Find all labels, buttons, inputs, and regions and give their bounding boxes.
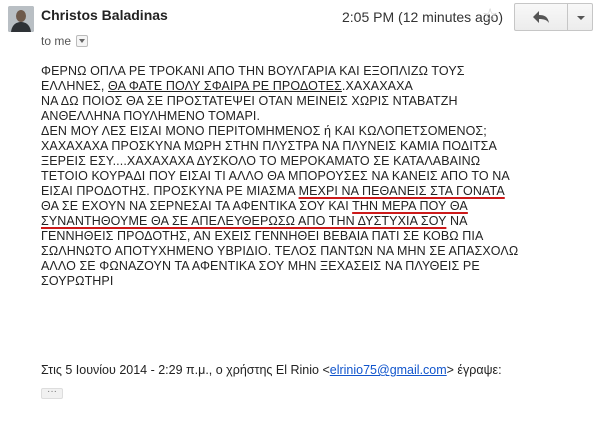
quote-prefix: Στις 5 Ιουνίου 2014 - 2:29 π.μ., ο χρήστ…: [41, 363, 330, 377]
show-trimmed-content-button[interactable]: ···: [41, 387, 63, 399]
body-line: ΣΩΛΗΝΩΤΟ ΑΠΟΤΥΧΗΜΕΝΟ ΥΒΡΙΔΙΟ. ΤΕΛΟΣ ΠΑΝΤ…: [41, 244, 519, 258]
red-underlined-text: ΜΕΧΡΙ ΝΑ ΠΕΘΑΝΕΙΣ ΣΤΑ ΓΟΝΑΤΑ: [298, 184, 505, 198]
body-line: ΓΕΝΝΗΘΕΙΣ ΠΡΟΔΟΤΗΣ, ΑΝ ΕΧΕΙΣ ΓΕΝΝΗΘΕΙ ΒΕ…: [41, 229, 484, 243]
star-icon[interactable]: ☆: [482, 6, 498, 24]
body-line: ΑΛΛΟ ΣΕ ΦΩΝΑΖΟΥΝ ΤΑ ΑΦΕΝΤΙΚΑ ΣΟΥ ΜΗΝ ΞΕΧ…: [41, 259, 480, 273]
recipient-line: to me: [41, 34, 89, 48]
body-text: ΘΑ ΣΕ ΕΧΟΥΝ ΝΑ ΣΕΡΝΕΣΑΙ ΤΑ ΑΦΕΝΤΙΚΑ ΣΟΥ …: [41, 199, 353, 213]
reply-arrow-icon: [533, 11, 549, 23]
body-line: ΤΕΤΟΙΟ ΚΟΥΡΑΔΙ ΠΟΥ ΕΙΣΑΙ ΤΙ ΑΛΛΟ ΘΑ ΜΠΟΡ…: [41, 169, 510, 183]
recipient-label: to me: [41, 34, 72, 48]
body-line: ΧΑΧΑΧΑΧΑ ΠΡΟΣΚΥΝΑ ΜΩΡΗ ΣΤΗΝ ΠΛΥΣΤΡΑ ΝΑ Π…: [41, 139, 497, 153]
body-line: ΘΑ ΣΕ ΕΧΟΥΝ ΝΑ ΣΕΡΝΕΣΑΙ ΤΑ ΑΦΕΝΤΙΚΑ ΣΟΥ …: [41, 199, 589, 214]
sender-avatar[interactable]: [8, 6, 34, 32]
body-line: ΞΕΡΕΙΣ ΕΣΥ....ΧΑΧΑΧΑΧΑ ΔΥΣΚΟΛΟ ΤΟ ΜΕΡΟΚΑ…: [41, 154, 481, 168]
body-text: .ΧΑΧΑΧΑΧΑ: [341, 79, 413, 93]
message-timestamp: 2:05 PM (12 minutes ago): [342, 9, 504, 25]
quoted-attribution: Στις 5 Ιουνίου 2014 - 2:29 π.μ., ο χρήστ…: [41, 363, 502, 377]
sender-email-link[interactable]: elrinio75@gmail.com: [330, 363, 447, 377]
body-line: ΦΕΡΝΩ ΟΠΛΑ ΡΕ ΤΡΟΚΑΝΙ ΑΠΟ ΤΗΝ ΒΟΥΛΓΑΡΙΑ …: [41, 64, 465, 78]
quote-suffix: > έγραψε:: [446, 363, 502, 377]
body-text: ΕΛΛΗΝΕΣ,: [41, 79, 109, 93]
body-text: ΕΙΣΑΙ ΠΡΟΔΟΤΗΣ. ΠΡΟΣΚΥΝΑ ΡΕ ΜΙΑΣΜΑ: [41, 184, 299, 198]
sender-name[interactable]: Christos Baladinas: [41, 7, 168, 23]
show-details-icon[interactable]: [76, 35, 89, 47]
reply-button[interactable]: [514, 3, 568, 31]
avatar-photo: [8, 6, 34, 32]
body-line: ΣΥΝΑΝΤΗΘΟΥΜΕ ΘΑ ΣΕ ΑΠΕΛΕΥΘΕΡΩΣΩ ΑΠΟ ΤΗΝ …: [41, 214, 589, 229]
body-line: ΔΕΝ ΜΟΥ ΛΕΣ ΕΙΣΑΙ ΜΟΝΟ ΠΕΡΙΤΟΜΗΜΕΝΟΣ ή Κ…: [41, 124, 487, 138]
red-underlined-text: ΣΥΝΑΝΤΗΘΟΥΜΕ ΘΑ ΣΕ ΑΠΕΛΕΥΘΕΡΩΣΩ ΑΠΟ ΤΗΝ …: [41, 214, 447, 228]
body-text: ΝΑ: [446, 214, 468, 228]
message-body: ΦΕΡΝΩ ΟΠΛΑ ΡΕ ΤΡΟΚΑΝΙ ΑΠΟ ΤΗΝ ΒΟΥΛΓΑΡΙΑ …: [41, 64, 589, 289]
body-line: ΕΛΛΗΝΕΣ, ΘΑ ΦΑΤΕ ΠΟΛΥ ΣΦΑΙΡΑ ΡΕ ΠΡΟΔΟΤΕΣ…: [41, 79, 589, 94]
underlined-text: ΘΑ ΦΑΤΕ ΠΟΛΥ ΣΦΑΙΡΑ ΡΕ ΠΡΟΔΟΤΕΣ: [108, 79, 342, 93]
body-line: ΝΑ ΔΩ ΠΟΙΟΣ ΘΑ ΣΕ ΠΡΟΣΤΑΤΕΨΕΙ ΟΤΑΝ ΜΕΙΝΕ…: [41, 94, 458, 108]
body-line: ΕΙΣΑΙ ΠΡΟΔΟΤΗΣ. ΠΡΟΣΚΥΝΑ ΡΕ ΜΙΑΣΜΑ ΜΕΧΡΙ…: [41, 184, 589, 199]
red-underlined-text: ΤΗΝ ΜΕΡΑ ΠΟΥ ΘΑ: [352, 199, 468, 213]
more-actions-button[interactable]: [567, 3, 593, 31]
body-line: ΑΝΘΕΛΛΗΝΑ ΠΟΥΛΗΜΕΝΟ ΤΟΜΑΡΙ.: [41, 109, 261, 123]
body-line: ΣΟΥΡΩΤΗΡΙ: [41, 274, 114, 288]
